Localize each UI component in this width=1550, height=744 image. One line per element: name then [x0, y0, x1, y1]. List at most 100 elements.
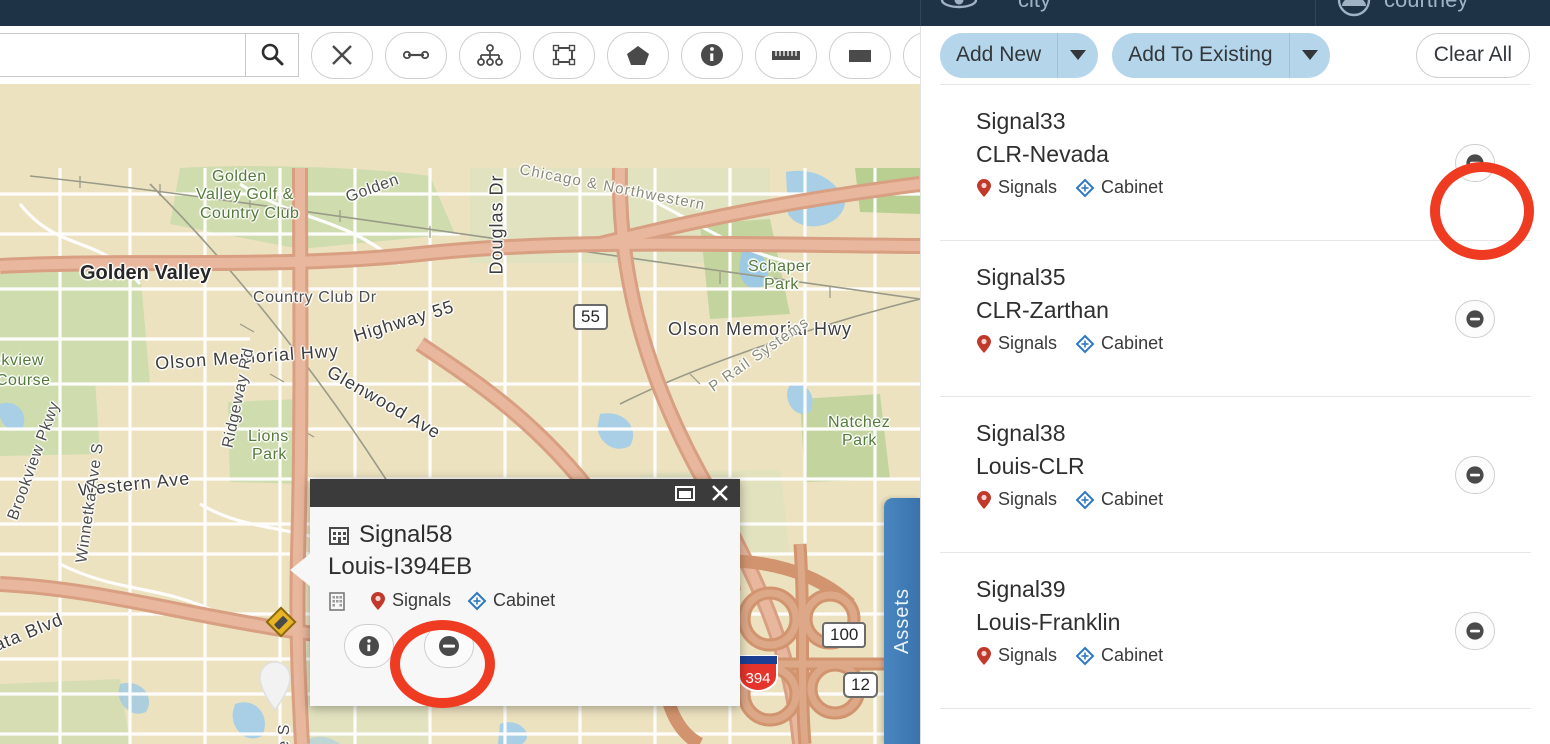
line-segment-icon	[402, 50, 430, 60]
navbar-city-group[interactable]: city	[1000, 0, 1051, 26]
popup-tags: Signals Cabinet	[328, 590, 722, 611]
list-item-tags: Signals Cabinet	[976, 489, 1531, 510]
list-item-tags: Signals Cabinet	[976, 177, 1531, 198]
rectangle-filled-icon	[849, 50, 871, 62]
map-pin-icon	[977, 646, 991, 665]
application-window: city courtney	[0, 0, 1550, 744]
list-item-remove-button[interactable]	[1455, 455, 1495, 494]
list-item-tag-label: Signals	[998, 489, 1058, 510]
popup-title-row: Signal58	[328, 521, 722, 549]
panel-toolbar: Add New Add To Existing Clear All	[921, 26, 1550, 84]
list-item-subtitle: Louis-Franklin	[976, 608, 1121, 635]
list-item-remove-button[interactable]	[1455, 143, 1495, 182]
list-item-tag-label: Cabinet	[1101, 489, 1164, 510]
tag-diamond-icon	[1075, 646, 1095, 666]
minus-circle-icon	[1466, 153, 1484, 172]
popup-tag-signals: Signals	[370, 590, 451, 611]
popup-info-button[interactable]	[344, 624, 394, 668]
clear-all-button[interactable]: Clear All	[1415, 32, 1530, 78]
list-item-subtitle: Louis-CLR	[976, 452, 1085, 479]
list-item-title: Signal35	[976, 264, 1066, 290]
list-item-tag-label: Cabinet	[1101, 333, 1164, 354]
add-new-dropdown-toggle[interactable]	[1058, 33, 1098, 78]
top-navbar: city courtney	[0, 0, 1550, 26]
navbar-user-group[interactable]: courtney	[1315, 0, 1468, 26]
identify-tool[interactable]	[681, 31, 743, 79]
minus-circle-icon	[1466, 621, 1484, 640]
list-item-tag-cabinet: Cabinet	[1075, 333, 1163, 354]
search-icon	[261, 43, 284, 66]
select-by-network-tool[interactable]	[459, 31, 521, 79]
list-item-tag-cabinet: Cabinet	[1075, 645, 1163, 666]
list-item[interactable]: Signal33 CLR-Nevada Signals Cabinet	[940, 85, 1531, 241]
list-item-title: Signal38	[976, 420, 1066, 446]
add-to-existing-button[interactable]: Add To Existing	[1112, 32, 1290, 78]
chevron-down-icon	[1301, 50, 1318, 60]
popup-tag-cabinet: Cabinet	[467, 590, 555, 611]
list-item-tag-signals: Signals	[976, 489, 1057, 510]
list-item-tag-signals: Signals	[976, 177, 1057, 198]
list-item-tag-signals: Signals	[976, 333, 1057, 354]
minus-circle-icon	[439, 636, 459, 656]
map-toolbar	[0, 26, 965, 84]
list-item-tags: Signals Cabinet	[976, 333, 1531, 354]
map-feature-popup: Signal58 Louis-I394EB Signals Cabinet	[290, 479, 740, 706]
list-item-remove-button[interactable]	[1455, 299, 1495, 338]
list-item[interactable]: Signal35 CLR-Zarthan Signals Cabinet	[940, 241, 1531, 397]
search-button[interactable]	[245, 34, 298, 76]
assets-panel-tab[interactable]: Assets	[884, 498, 920, 744]
list-item[interactable]: Signal38 Louis-CLR Signals Cabinet	[940, 397, 1531, 553]
popup-tag-label: Cabinet	[493, 590, 556, 610]
list-item[interactable]: Signal39 Louis-Franklin Signals Cabinet	[940, 553, 1531, 709]
popup-pointer	[290, 553, 311, 587]
assets-tab-label: Assets	[890, 587, 913, 655]
minus-circle-icon	[1466, 465, 1484, 484]
search-input[interactable]	[0, 34, 245, 76]
list-item-remove-button[interactable]	[1455, 611, 1495, 650]
list-item-title: Signal39	[976, 576, 1066, 602]
clear-selection-tool[interactable]	[311, 31, 373, 79]
list-item-tags: Signals Cabinet	[976, 645, 1531, 666]
measure-tool[interactable]	[755, 31, 817, 79]
network-tree-icon	[477, 44, 503, 66]
add-new-split-button[interactable]: Add New	[940, 32, 1099, 78]
tag-diamond-icon	[1075, 178, 1095, 198]
add-to-existing-split-button[interactable]: Add To Existing	[1112, 32, 1330, 78]
tag-diamond-icon	[1075, 334, 1095, 354]
popup-actions	[344, 624, 722, 668]
globe-icon	[940, 0, 978, 9]
list-item-tag-cabinet: Cabinet	[1075, 177, 1163, 198]
selected-assets-list[interactable]: Signal33 CLR-Nevada Signals Cabinet Sign…	[940, 84, 1531, 744]
popup-subtitle: Louis-I394EB	[328, 553, 473, 580]
navbar-user-label: courtney	[1384, 0, 1468, 13]
popup-body: Signal58 Louis-I394EB Signals Cabinet	[310, 507, 740, 668]
select-by-rectangle-tool[interactable]	[533, 31, 595, 79]
building-icon	[329, 527, 349, 545]
add-new-button[interactable]: Add New	[940, 32, 1059, 78]
list-item-tag-label: Cabinet	[1101, 645, 1164, 666]
popup-title: Signal58	[359, 521, 453, 548]
building-small-icon	[329, 591, 345, 611]
popup-tag-label: Signals	[392, 590, 452, 610]
select-by-polygon-tool[interactable]	[607, 31, 669, 79]
list-item-tag-label: Signals	[998, 645, 1058, 666]
popup-remove-button[interactable]	[424, 624, 474, 668]
select-by-line-tool[interactable]	[385, 31, 447, 79]
list-item-tag-label: Signals	[998, 333, 1058, 354]
navbar-globe-group[interactable]	[920, 0, 979, 26]
close-icon	[712, 485, 728, 501]
add-to-existing-dropdown-toggle[interactable]	[1290, 33, 1330, 78]
popup-header	[310, 479, 740, 507]
map-pin-icon	[977, 334, 991, 353]
info-icon	[701, 44, 723, 66]
map-pin-icon	[977, 178, 991, 197]
popup-maximize-button[interactable]	[674, 483, 696, 503]
assets-side-panel: Add New Add To Existing Clear All Signal…	[920, 26, 1550, 744]
tag-diamond-icon	[467, 591, 487, 610]
popup-close-button[interactable]	[710, 483, 730, 503]
user-avatar-icon	[1337, 0, 1371, 17]
list-item-tag-label: Cabinet	[1101, 177, 1164, 198]
chevron-down-icon	[1070, 50, 1087, 60]
list-item-tag-signals: Signals	[976, 645, 1057, 666]
draw-rectangle-tool[interactable]	[829, 31, 891, 79]
